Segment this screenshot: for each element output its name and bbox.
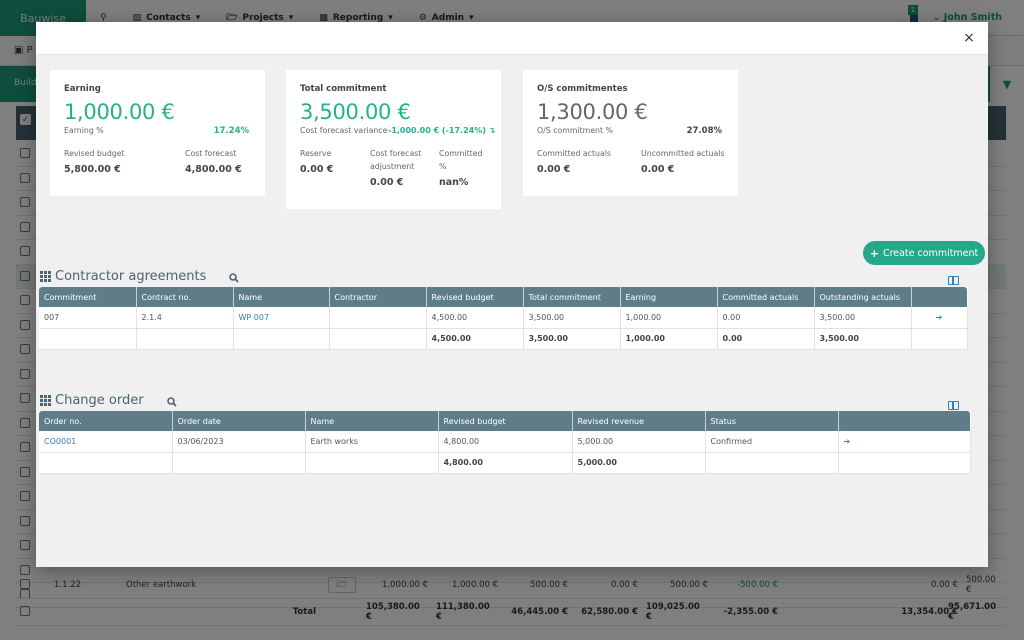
plus-icon: + bbox=[869, 246, 879, 260]
create-commitment-button[interactable]: + Create commitment bbox=[863, 241, 985, 265]
column-header bbox=[838, 411, 970, 431]
committed-actuals-cell: 0.00 bbox=[717, 307, 815, 329]
reserve-value: 0.00 € bbox=[300, 164, 334, 175]
change-order-table: Order no. Order date Name Revised budget… bbox=[39, 411, 971, 474]
column-header[interactable]: Name bbox=[233, 287, 330, 307]
cost-forecast-value: 4,800.00 € bbox=[185, 164, 242, 175]
revised-budget-cell: 4,500.00 bbox=[426, 307, 524, 329]
cost-forecast-label: Cost forecast bbox=[185, 149, 237, 158]
modal-header: × bbox=[36, 22, 988, 55]
arrow-right-icon[interactable]: ➔ bbox=[838, 431, 971, 453]
outstanding-actuals-cell: 3,500.00 bbox=[814, 307, 912, 329]
grid-icon bbox=[40, 271, 51, 282]
status-cell: Confirmed bbox=[705, 431, 839, 453]
card-title: O/S commitmentes bbox=[537, 84, 628, 94]
total-revised-budget: 4,500.00 bbox=[426, 328, 524, 350]
cost-forecast-adjustment-value: 0.00 € bbox=[370, 177, 404, 188]
search-icon[interactable] bbox=[229, 273, 239, 283]
contract-no-cell: 2.1.4 bbox=[136, 307, 234, 329]
column-header[interactable]: Total commitment bbox=[523, 287, 621, 307]
table-row: 007 2.1.4 WP 007 4,500.00 3,500.00 1,000… bbox=[39, 307, 968, 329]
column-settings-icon[interactable] bbox=[948, 401, 959, 410]
committed-actuals-label: Committed actuals bbox=[537, 149, 611, 158]
close-icon[interactable]: × bbox=[962, 31, 976, 45]
total-committed-actuals: 0.00 bbox=[717, 328, 815, 350]
table-header-row: Commitment Contract no. Name Contractor … bbox=[39, 287, 967, 307]
arrow-right-icon[interactable]: ➔ bbox=[911, 307, 968, 329]
total-outstanding-actuals: 3,500.00 bbox=[814, 328, 912, 350]
column-header[interactable]: Contractor bbox=[329, 287, 427, 307]
committed-actuals-value: 0.00 € bbox=[537, 164, 571, 175]
reserve-label: Reserve bbox=[300, 149, 332, 158]
revised-budget-value: 5,800.00 € bbox=[64, 164, 121, 175]
table-header-row: Order no. Order date Name Revised budget… bbox=[39, 411, 970, 431]
card-title: Total commitment bbox=[300, 84, 387, 94]
total-revised-revenue: 5,000.00 bbox=[572, 452, 706, 474]
name-link[interactable]: WP 007 bbox=[233, 307, 330, 329]
order-date-cell: 03/06/2023 bbox=[172, 431, 306, 453]
column-header bbox=[911, 287, 967, 307]
contractor-agreements-heading: Contractor agreements bbox=[40, 269, 206, 284]
change-order-heading: Change order bbox=[40, 393, 144, 408]
uncommitted-actuals-label: Uncommitted actuals bbox=[641, 149, 725, 158]
column-header[interactable]: Status bbox=[705, 411, 839, 431]
cost-forecast-variance-label: Cost forecast variance bbox=[300, 126, 388, 135]
table-row: CO0001 03/06/2023 Earth works 4,800.00 5… bbox=[39, 431, 971, 453]
total-earning: 1,000.00 bbox=[620, 328, 718, 350]
total-commitment-amount: 3,500.00 € bbox=[300, 100, 411, 124]
column-header[interactable]: Committed actuals bbox=[717, 287, 815, 307]
earning-percent-value: 17.24% bbox=[213, 126, 249, 136]
total-commitment-cell: 3,500.00 bbox=[523, 307, 621, 329]
column-header[interactable]: Revised budget bbox=[438, 411, 573, 431]
column-header[interactable]: Outstanding actuals bbox=[814, 287, 912, 307]
revised-revenue-cell: 5,000.00 bbox=[572, 431, 706, 453]
os-commitment-percent-value: 27.08% bbox=[686, 126, 722, 136]
column-header[interactable]: Contract no. bbox=[136, 287, 234, 307]
column-settings-icon[interactable] bbox=[948, 276, 959, 285]
totals-row: 4,500.00 3,500.00 1,000.00 0.00 3,500.00 bbox=[39, 328, 968, 350]
column-header[interactable]: Order no. bbox=[39, 411, 173, 431]
committed-percent-value: nan% bbox=[439, 177, 469, 188]
name-cell: Earth works bbox=[305, 431, 439, 453]
total-commitment-card: Total commitment 3,500.00 € Cost forecas… bbox=[286, 70, 501, 209]
column-header[interactable]: Revised revenue bbox=[572, 411, 706, 431]
column-header[interactable]: Commitment bbox=[39, 287, 137, 307]
order-no-link[interactable]: CO0001 bbox=[39, 431, 173, 453]
revised-budget-label: Revised budget bbox=[64, 149, 125, 158]
cost-forecast-adjustment-label: Cost forecast adjustment bbox=[370, 149, 422, 171]
contractor-cell bbox=[329, 307, 427, 329]
column-header[interactable]: Revised budget bbox=[426, 287, 524, 307]
earning-percent-label: Earning % bbox=[64, 126, 104, 135]
uncommitted-actuals-value: 0.00 € bbox=[641, 164, 675, 175]
revised-budget-cell: 4,800.00 bbox=[438, 431, 573, 453]
search-icon[interactable] bbox=[167, 397, 177, 407]
earning-card: Earning 1,000.00 € Earning % 17.24% Revi… bbox=[50, 70, 265, 196]
total-revised-budget: 4,800.00 bbox=[438, 452, 573, 474]
earning-cell: 1,000.00 bbox=[620, 307, 718, 329]
commitment-cell: 007 bbox=[39, 307, 137, 329]
earning-amount: 1,000.00 € bbox=[64, 100, 175, 124]
totals-row: 4,800.00 5,000.00 bbox=[39, 452, 971, 474]
cost-forecast-variance-value: -1,000.00 € (-17.24%) ↴ bbox=[388, 126, 496, 135]
os-commitments-amount: 1,300.00 € bbox=[537, 100, 648, 124]
column-header[interactable]: Name bbox=[305, 411, 439, 431]
os-commitment-percent-label: O/S commitment % bbox=[537, 126, 613, 135]
total-total-commitment: 3,500.00 bbox=[523, 328, 621, 350]
column-header[interactable]: Earning bbox=[620, 287, 718, 307]
contractor-agreements-table: Commitment Contract no. Name Contractor … bbox=[39, 287, 968, 350]
grid-icon bbox=[40, 395, 51, 406]
card-title: Earning bbox=[64, 84, 101, 94]
committed-percent-label: Committed% bbox=[439, 149, 483, 171]
column-header[interactable]: Order date bbox=[172, 411, 306, 431]
os-commitments-card: O/S commitmentes 1,300.00 € O/S commitme… bbox=[523, 70, 738, 196]
commitment-modal: × Earning 1,000.00 € Earning % 17.24% Re… bbox=[36, 22, 988, 567]
